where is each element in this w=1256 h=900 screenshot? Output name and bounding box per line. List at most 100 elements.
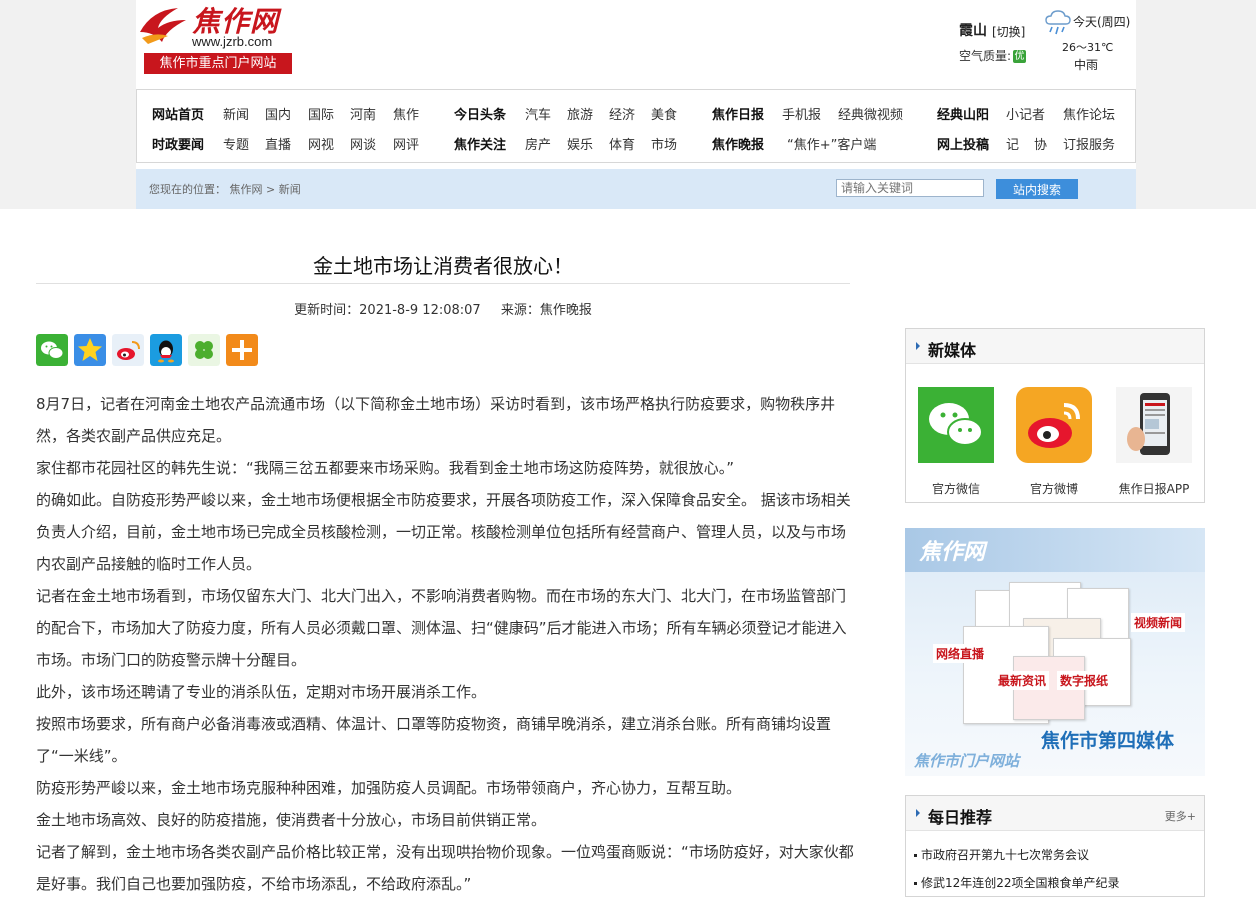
logo-url: www.jzrb.com — [192, 34, 273, 49]
article-meta: 更新时间：2021-8-9 12:08:07 来源：焦作晚报 — [36, 299, 850, 318]
article-paragraph: 8月7日，记者在河南金土地农产品流通市场（以下简称金土地市场）采访时看到，该市场… — [36, 395, 836, 445]
breadcrumb-home-link[interactable]: 焦作网 — [230, 183, 263, 196]
nav-entertainment[interactable]: 娱乐 — [567, 134, 593, 153]
weibo-icon[interactable] — [1016, 387, 1092, 463]
site-logo[interactable]: 焦作网 www.jzrb.com 焦作市重点门户网站 — [136, 0, 296, 76]
city-name: 霞山 — [959, 23, 987, 39]
wechat-label[interactable]: 官方微信 — [918, 480, 994, 497]
daily-recommend-title: 每日推荐 — [928, 808, 993, 827]
city-switch-link[interactable]: [切换] — [992, 23, 1025, 40]
banner-tag-video: 视频新闻 — [1131, 613, 1186, 632]
air-quality-label: 空气质量: — [959, 49, 1012, 63]
app-label[interactable]: 焦作日报APP — [1108, 480, 1200, 497]
recommend-item[interactable]: 市政府召开第九十七次常务会议 — [914, 846, 1089, 863]
nav-association[interactable]: 协 — [1034, 134, 1047, 153]
wechat-icon[interactable] — [918, 387, 994, 463]
nav-politics[interactable]: 时政要闻 — [152, 134, 204, 153]
nav-jiaozuo[interactable]: 焦作 — [393, 104, 419, 123]
nav-auto[interactable]: 汽车 — [525, 104, 551, 123]
nav-headlines[interactable]: 今日头条 — [454, 104, 506, 123]
bullet-icon — [914, 882, 917, 885]
article-paragraph: 家住都市花园社区的韩先生说：“我隔三岔五都要来市场采购。我看到金土地市场这防疫阵… — [36, 459, 735, 477]
main-nav: 网站首页 新闻 国内 国际 河南 焦作 今日头条 汽车 旅游 经济 美食 焦作日… — [136, 89, 1136, 163]
nav-economy[interactable]: 经济 — [609, 104, 635, 123]
daily-recommend-box: 每日推荐 更多+ 市政府召开第九十七次常务会议 修武12年连创22项全国粮食单产… — [905, 795, 1205, 897]
article-title: 金土地市场让消费者很放心！ — [313, 254, 573, 278]
header: 焦作网 www.jzrb.com 焦作市重点门户网站 霞山 [切换] 空气质量:… — [136, 0, 1136, 209]
nav-focus[interactable]: 焦作关注 — [454, 134, 506, 153]
weibo-label[interactable]: 官方微博 — [1016, 480, 1092, 497]
banner-sub-text: 焦作市门户网站 — [914, 752, 1020, 770]
arrow-right-icon — [916, 809, 920, 817]
article-paragraph: 金土地市场高效、良好的防疫措施，使消费者十分放心，市场目前供销正常。 — [36, 811, 547, 829]
banner-header: 焦作网 — [905, 528, 1205, 572]
phone-icon[interactable] — [1116, 387, 1192, 463]
arrow-right-icon — [916, 342, 920, 350]
article-update-time: 更新时间：2021-8-9 12:08:07 — [294, 303, 481, 318]
nav-reporter[interactable]: 小记者 — [1006, 104, 1045, 123]
nav-international[interactable]: 国际 — [308, 104, 334, 123]
nav-henan[interactable]: 河南 — [350, 104, 376, 123]
air-quality: 空气质量: 优 — [959, 47, 1027, 64]
nav-live[interactable]: 直播 — [265, 134, 291, 153]
nav-home[interactable]: 网站首页 — [152, 104, 204, 123]
article-body: 8月7日，记者在河南金土地农产品流通市场（以下简称金土地市场）采访时看到，该市场… — [36, 388, 854, 900]
weather-condition: 中雨 — [1074, 58, 1099, 72]
nav-travel[interactable]: 旅游 — [567, 104, 593, 123]
article-paragraph: 防疫形势严峻以来，金土地市场克服种种困难，加强防疫人员调配。市场带领商户，齐心协… — [36, 779, 742, 797]
wechat-icon[interactable] — [36, 334, 68, 366]
search-button[interactable]: 站内搜索 — [996, 179, 1078, 199]
article-paragraph: 记者了解到，金土地市场各类农副产品价格比较正常，没有出现哄抬物价现象。一位鸡蛋商… — [36, 843, 854, 893]
breadcrumb: 您现在的位置： 焦作网 > 新闻 — [149, 181, 301, 197]
rain-cloud-icon — [1045, 10, 1071, 35]
weibo-icon[interactable] — [112, 334, 144, 366]
qzone-icon[interactable] — [74, 334, 106, 366]
nav-sports[interactable]: 体育 — [609, 134, 635, 153]
nav-app-client[interactable]: “焦作+”客户端 — [787, 134, 876, 153]
nav-daily-paper[interactable]: 焦作日报 — [712, 104, 764, 123]
article-paragraph: 记者在金土地市场看到，市场仅留东大门、北大门出入，不影响消费者购物。而在市场的东… — [36, 587, 847, 669]
title-divider — [36, 283, 850, 284]
breadcrumb-news-link[interactable]: 新闻 — [279, 183, 301, 196]
nav-food[interactable]: 美食 — [651, 104, 677, 123]
article-paragraph: 按照市场要求，所有商户必备消毒液或酒精、体温计、口罩等防疫物资，商铺早晚消杀，建… — [36, 715, 832, 765]
new-media-title: 新媒体 — [928, 341, 977, 360]
article-source: 来源：焦作晚报 — [500, 303, 592, 318]
weather-temperature: 26～31℃ — [1062, 41, 1114, 54]
air-quality-badge: 优 — [1013, 50, 1027, 63]
clover-icon[interactable] — [188, 334, 220, 366]
nav-web-video[interactable]: 网视 — [308, 134, 334, 153]
nav-evening-paper[interactable]: 焦作晚报 — [712, 134, 764, 153]
banner-tag-paper: 数字报纸 — [1057, 671, 1112, 690]
nav-forum[interactable]: 焦作论坛 — [1063, 104, 1115, 123]
weather-today: 今天(周四) — [1073, 15, 1131, 29]
nav-subscribe[interactable]: 订报服务 — [1063, 134, 1115, 153]
site-slogan: 焦作市重点门户网站 — [144, 53, 292, 74]
nav-news[interactable]: 新闻 — [223, 104, 249, 123]
nav-mobile-paper[interactable]: 手机报 — [782, 104, 821, 123]
nav-web-review[interactable]: 网评 — [393, 134, 419, 153]
nav-reporters-association[interactable]: 记 — [1006, 134, 1019, 153]
nav-domestic[interactable]: 国内 — [265, 104, 291, 123]
banner-tag-news: 最新资讯 — [995, 671, 1050, 690]
nav-web-talk[interactable]: 网谈 — [350, 134, 376, 153]
new-media-box: 新媒体 官方微信 官方微博 焦作日报APP — [905, 328, 1205, 503]
recommend-item-text: 修武12年连创22项全国粮食单产纪录 — [921, 876, 1120, 890]
nav-shanyang[interactable]: 经典山阳 — [937, 104, 989, 123]
plus-icon[interactable] — [226, 334, 258, 366]
qq-icon[interactable] — [150, 334, 182, 366]
logo-swoosh-icon — [140, 8, 186, 44]
banner-tag-live: 网络直播 — [933, 644, 988, 663]
nav-submit[interactable]: 网上投稿 — [937, 134, 989, 153]
nav-special[interactable]: 专题 — [223, 134, 249, 153]
nav-market[interactable]: 市场 — [651, 134, 677, 153]
article-paragraph: 的确如此。自防疫形势严峻以来，金土地市场便根据全市防疫要求，开展各项防疫工作，深… — [36, 491, 851, 573]
fourth-media-banner[interactable]: 焦作网 网络直播 视频新闻 最新资讯 数字报纸 焦作市第四媒体 焦作市门户网站 — [905, 528, 1205, 776]
location-bar: 您现在的位置： 焦作网 > 新闻 站内搜索 — [136, 169, 1136, 209]
nav-micro-video[interactable]: 经典微视频 — [838, 104, 903, 123]
daily-recommend-header: 每日推荐 更多+ — [906, 796, 1204, 831]
nav-house[interactable]: 房产 — [525, 134, 551, 153]
search-input[interactable] — [836, 179, 984, 197]
banner-logo: 焦作网 — [919, 539, 986, 565]
more-link[interactable]: 更多+ — [1165, 808, 1196, 824]
